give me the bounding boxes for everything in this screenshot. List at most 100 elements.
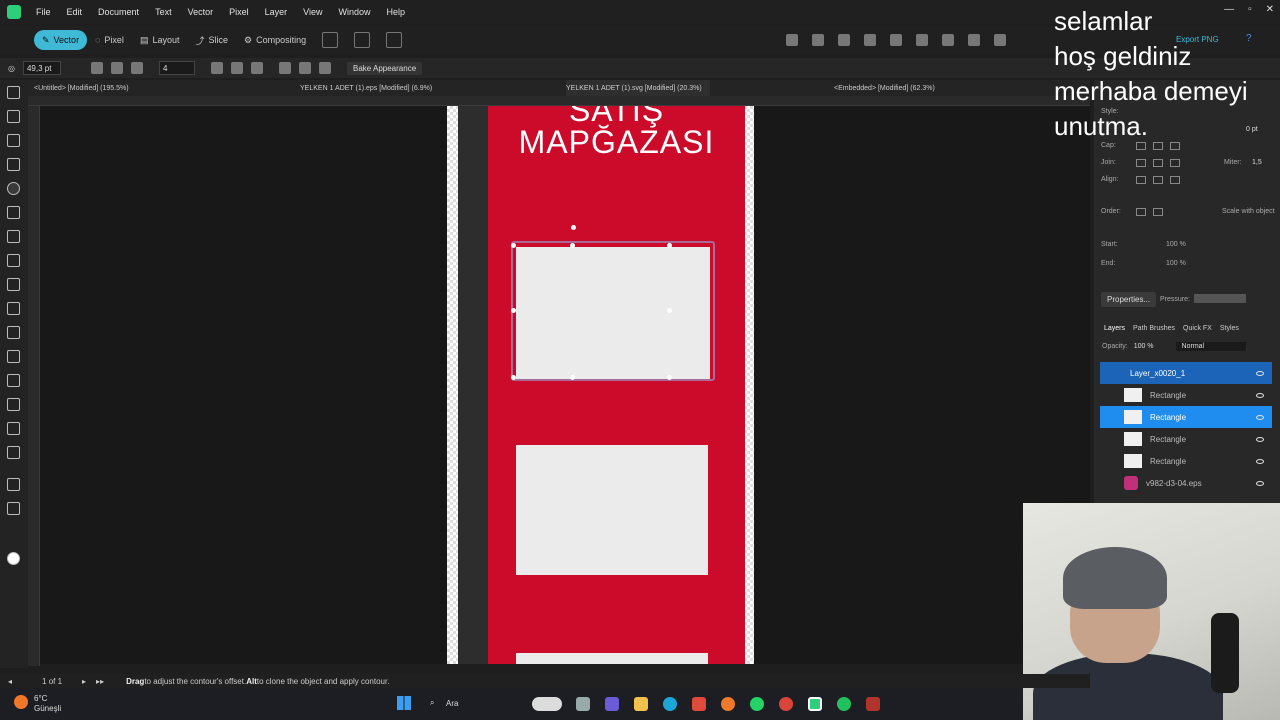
visibility-eye-icon[interactable] [1256, 458, 1264, 464]
affinity-designer-icon[interactable] [808, 697, 822, 711]
edge-icon[interactable] [663, 697, 677, 711]
boolean-subtract-icon[interactable] [812, 34, 824, 46]
join-round-icon[interactable] [1153, 159, 1163, 167]
winrar-icon[interactable] [866, 697, 880, 711]
align-right-icon[interactable] [250, 62, 263, 74]
tab-yelken-eps[interactable]: YELKEN 1 ADET (1).eps [Modified] (6.9%) [300, 80, 432, 96]
contour-round-icon[interactable] [110, 62, 123, 74]
visibility-eye-icon[interactable] [1256, 436, 1264, 442]
task-view-icon[interactable] [576, 697, 590, 711]
layer-row[interactable]: Rectangle [1100, 384, 1272, 406]
start-pct[interactable]: 100 % [1166, 241, 1186, 248]
fill-tool-icon[interactable] [7, 278, 20, 291]
visibility-eye-icon[interactable] [1256, 370, 1264, 376]
align-icon[interactable] [968, 34, 980, 46]
pen-tool-icon[interactable] [7, 206, 20, 219]
menu-window[interactable]: Window [330, 7, 378, 17]
arrange-icon[interactable] [916, 34, 928, 46]
menu-view[interactable]: View [295, 7, 330, 17]
menu-vector[interactable]: Vector [180, 7, 222, 17]
boolean-divide-icon[interactable] [890, 34, 902, 46]
menu-edit[interactable]: Edit [59, 7, 91, 17]
miter-value[interactable]: 1,5 [1252, 159, 1262, 166]
windows-start-icon[interactable] [397, 696, 411, 710]
layer-row[interactable]: Rectangle [1100, 406, 1272, 428]
file-explorer-icon[interactable] [634, 697, 648, 711]
bake-appearance-button[interactable]: Bake Appearance [346, 61, 423, 75]
persona-compositing[interactable]: ⚙ Compositing [236, 30, 314, 50]
tab-layers[interactable]: Layers [1104, 325, 1125, 332]
contour-miter-icon[interactable] [90, 62, 103, 74]
poster-artwork[interactable]: SATIŞ MAPĞAZASI [488, 106, 745, 664]
node-tool-icon[interactable] [7, 134, 20, 147]
join-miter-icon[interactable] [1136, 159, 1146, 167]
resize-handle[interactable] [667, 308, 672, 313]
persona-layout[interactable]: ▤ Layout [132, 30, 188, 50]
flip-icon[interactable] [942, 34, 954, 46]
next-page-icon[interactable]: ▸ [82, 677, 86, 686]
image-tool-icon[interactable] [7, 374, 20, 387]
transform-icon[interactable] [994, 34, 1006, 46]
persona-pixel[interactable]: ◌ Pixel [87, 30, 132, 50]
phone-app-icon[interactable] [837, 697, 851, 711]
order-behind-icon[interactable] [1136, 208, 1146, 216]
boolean-xor-icon[interactable] [864, 34, 876, 46]
visibility-eye-icon[interactable] [1256, 480, 1264, 486]
rectangle-tool-icon[interactable] [7, 302, 20, 315]
stroke-icon[interactable] [298, 62, 311, 74]
boolean-add-icon[interactable] [786, 34, 798, 46]
rotation-handle[interactable] [571, 225, 576, 230]
resize-handle[interactable] [511, 243, 516, 248]
align-center-icon[interactable] [230, 62, 243, 74]
align-center-stroke-icon[interactable] [1153, 176, 1163, 184]
snapping-icon[interactable] [354, 32, 371, 48]
search-icon[interactable]: ⌕ [430, 698, 434, 708]
search-highlight-icon[interactable] [532, 697, 562, 711]
vector-brush-icon[interactable] [7, 422, 20, 435]
tab-embedded[interactable]: <Embedded> [Modified] (62.3%) [834, 80, 935, 96]
align-left-icon[interactable] [210, 62, 223, 74]
artboard-tool-icon[interactable] [7, 110, 20, 123]
blend-mode-select[interactable]: Normal [1175, 342, 1246, 351]
circle-icon[interactable] [318, 62, 331, 74]
visibility-eye-icon[interactable] [1256, 392, 1264, 398]
tab-untitled[interactable]: <Untitled> [Modified] (195.5%) [34, 80, 129, 96]
white-rectangle[interactable] [516, 653, 708, 664]
copilot-icon[interactable] [605, 697, 619, 711]
scale-with-object-checkbox[interactable]: Scale with object [1222, 208, 1275, 215]
store-icon[interactable] [692, 697, 706, 711]
first-page-icon[interactable]: ◂ [8, 677, 12, 686]
firefox-icon[interactable] [721, 697, 735, 711]
align-inside-icon[interactable] [1136, 176, 1146, 184]
tab-path-brushes[interactable]: Path Brushes [1133, 325, 1175, 332]
pressure-graph[interactable] [1194, 294, 1246, 303]
chrome-icon[interactable] [779, 697, 793, 711]
text-tool-icon[interactable] [7, 326, 20, 339]
corner-tool-icon[interactable] [7, 158, 20, 171]
color-swatch-icon[interactable] [7, 552, 20, 565]
transparency-tool-icon[interactable] [7, 398, 20, 411]
menu-pixel[interactable]: Pixel [221, 7, 257, 17]
layer-row[interactable]: v982-d3-04.eps [1100, 472, 1272, 494]
opacity-value[interactable]: 100 % [1134, 343, 1154, 350]
move-tool-icon[interactable] [7, 86, 20, 99]
menu-layer[interactable]: Layer [257, 7, 296, 17]
boolean-intersect-icon[interactable] [838, 34, 850, 46]
last-page-icon[interactable]: ▸▸ [96, 677, 104, 686]
tab-quick-fx[interactable]: Quick FX [1183, 325, 1212, 332]
whatsapp-icon[interactable] [750, 697, 764, 711]
tab-styles[interactable]: Styles [1220, 325, 1239, 332]
properties-button[interactable]: Properties... [1101, 292, 1157, 307]
contour-bevel-icon[interactable] [130, 62, 143, 74]
align-outside-icon[interactable] [1170, 176, 1180, 184]
hand-tool-icon[interactable] [7, 478, 20, 491]
resize-handle[interactable] [511, 308, 516, 313]
layer-row[interactable]: Rectangle [1100, 428, 1272, 450]
taskbar-search[interactable]: Ara [446, 699, 458, 708]
contour-tool-icon[interactable] [7, 182, 20, 195]
resize-handle[interactable] [667, 375, 672, 380]
tab-yelken-svg[interactable]: YELKEN 1 ADET (1).svg [Modified] (20.3%) [566, 80, 710, 96]
persona-vector[interactable]: ✎ Vector [34, 30, 88, 50]
resize-handle[interactable] [511, 375, 516, 380]
selection-box[interactable] [511, 241, 715, 381]
